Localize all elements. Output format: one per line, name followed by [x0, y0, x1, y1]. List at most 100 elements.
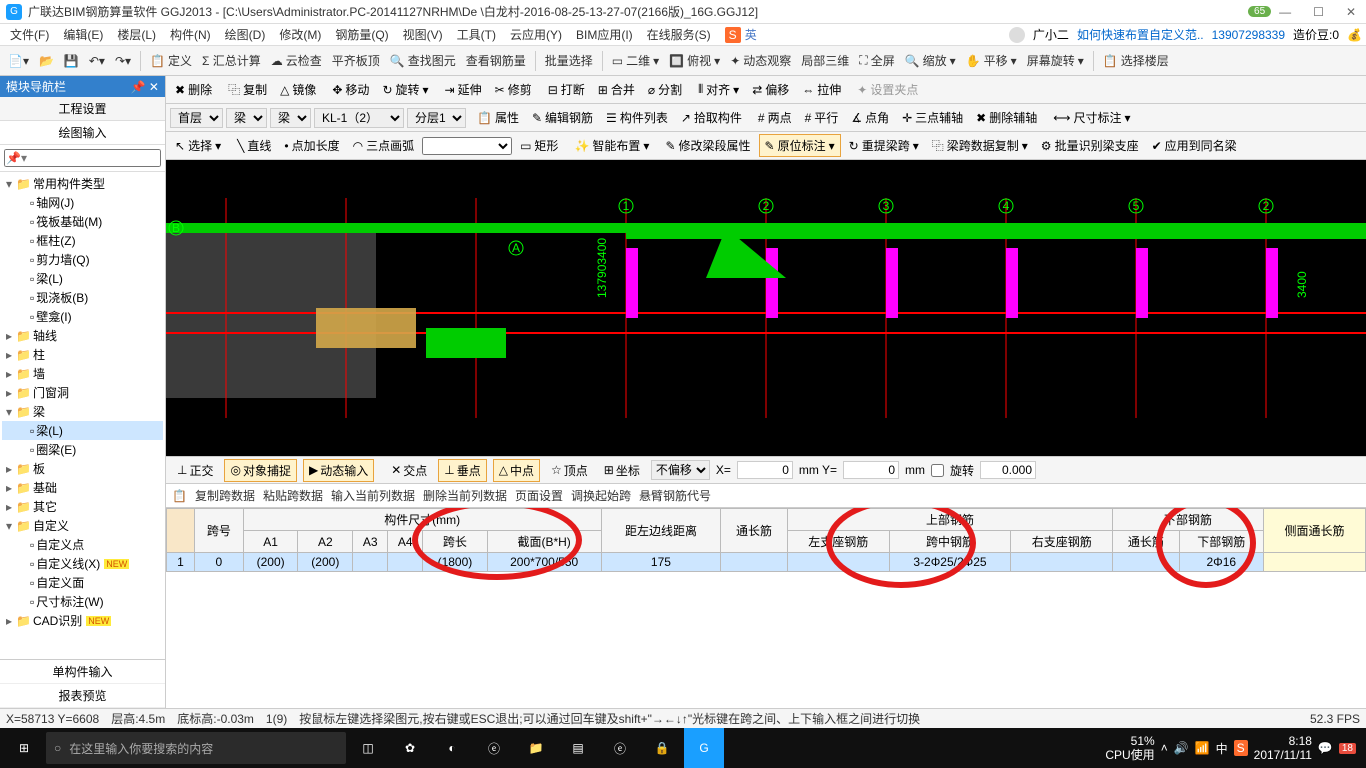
tree-node[interactable]: ▾📁自定义: [2, 516, 163, 535]
local-3d-button[interactable]: 局部三维: [797, 50, 853, 71]
sidebar-pin-icon[interactable]: 📌 ✕: [131, 80, 159, 94]
running-app-icon[interactable]: G: [684, 728, 724, 768]
tree-node[interactable]: ▫圈梁(E): [2, 440, 163, 459]
tree-node[interactable]: ▸📁基础: [2, 478, 163, 497]
tree-node[interactable]: ▸📁CAD识别NEW: [2, 611, 163, 630]
perp-snap[interactable]: ⊥ 垂点: [438, 459, 486, 482]
start-button[interactable]: ⊞: [4, 728, 44, 768]
screen-rotate-button[interactable]: 屏幕旋转▾: [1023, 50, 1088, 71]
menu-tools[interactable]: 工具(T): [451, 24, 502, 45]
menu-member[interactable]: 构件(N): [164, 24, 217, 45]
pan-button[interactable]: ✋ 平移▾: [962, 50, 1021, 71]
cpu-meter[interactable]: 51%CPU使用: [1105, 734, 1154, 763]
rotate-button[interactable]: ↻ 旋转▾: [377, 79, 433, 100]
edge-icon[interactable]: ⓔ: [474, 728, 514, 768]
rotate-check[interactable]: [931, 464, 944, 477]
explorer-icon[interactable]: 📁: [516, 728, 556, 768]
sidebar-tab-report[interactable]: 报表预览: [0, 684, 165, 708]
new-button[interactable]: 📄▾: [4, 52, 33, 70]
stretch-button[interactable]: ⇔ 拉伸: [797, 79, 846, 100]
tree-node[interactable]: ▫自定义点: [2, 535, 163, 554]
find-element-button[interactable]: 🔍 查找图元: [386, 50, 460, 71]
tree-node[interactable]: ▸📁其它: [2, 497, 163, 516]
dimension-button[interactable]: ⟷ 尺寸标注▾: [1048, 107, 1135, 128]
two-point-button[interactable]: # 两点: [753, 107, 797, 128]
taskview-icon[interactable]: ◫: [348, 728, 388, 768]
pick-member-button[interactable]: ↗ 拾取构件: [676, 107, 747, 128]
rect-tool[interactable]: ▭ 矩形: [515, 135, 563, 156]
cloud-check-button[interactable]: ☁ 云检查: [267, 50, 326, 71]
sidebar-tab-single[interactable]: 单构件输入: [0, 660, 165, 684]
sidebar-tab-project[interactable]: 工程设置: [0, 97, 165, 121]
app-icon-2[interactable]: ◐: [432, 728, 472, 768]
sum-calc-button[interactable]: Σ 汇总计算: [198, 50, 265, 71]
tree-node[interactable]: ▫剪力墙(Q): [2, 250, 163, 269]
apply-same-name-button[interactable]: ✔ 应用到同名梁: [1147, 135, 1242, 156]
vertex-snap[interactable]: ☆ 顶点: [546, 460, 593, 481]
batch-identify-support-button[interactable]: ⚙ 批量识别梁支座: [1036, 135, 1144, 156]
select-tool[interactable]: ↖ 选择▾: [170, 135, 226, 156]
delete-col-button[interactable]: 删除当前列数据: [423, 487, 507, 504]
member-list-button[interactable]: ☰ 构件列表: [601, 107, 673, 128]
tray-chevron-icon[interactable]: ˄: [1161, 741, 1168, 755]
delete-axis-button[interactable]: ✖ 删除辅轴: [971, 107, 1042, 128]
extend-button[interactable]: ⇥ 延伸: [440, 79, 487, 100]
props-button[interactable]: 📋 属性: [472, 107, 524, 128]
sidebar-tab-drawing[interactable]: 绘图输入: [0, 121, 165, 145]
layer-combo[interactable]: 分层1: [407, 108, 466, 128]
edit-rebar-button[interactable]: ✎ 编辑钢筋: [527, 107, 598, 128]
menu-draw[interactable]: 绘图(D): [219, 24, 272, 45]
taskbar-search[interactable]: ○ 在这里输入你要搜索的内容: [46, 732, 346, 764]
ie-icon[interactable]: ⓔ: [600, 728, 640, 768]
member-combo[interactable]: KL-1（2）: [314, 108, 404, 128]
app-icon-1[interactable]: ✿: [390, 728, 430, 768]
tree-node[interactable]: ▫梁(L): [2, 421, 163, 440]
orbit-button[interactable]: ✦ 动态观察: [726, 50, 795, 71]
smart-layout-button[interactable]: ✨ 智能布置▾: [569, 135, 654, 156]
tree-node[interactable]: ▫自定义面: [2, 573, 163, 592]
x-input[interactable]: [737, 461, 793, 479]
offset-button[interactable]: ⇄ 偏移: [747, 79, 794, 100]
delete-button[interactable]: ✖ 删除: [170, 79, 217, 100]
menu-modify[interactable]: 修改(M): [273, 24, 327, 45]
tree-node[interactable]: ▫尺寸标注(W): [2, 592, 163, 611]
help-link[interactable]: 如何快速布置自定义范..: [1077, 26, 1204, 43]
point-angle-button[interactable]: ∡ 点角: [846, 107, 894, 128]
tree-node[interactable]: ▫梁(L): [2, 269, 163, 288]
save-button[interactable]: 💾: [60, 52, 83, 70]
paste-span-button[interactable]: 粘贴跨数据: [263, 487, 323, 504]
menu-cloud[interactable]: 云应用(Y): [504, 24, 568, 45]
mid-snap[interactable]: △ 中点: [493, 459, 540, 482]
in-place-annotation-button[interactable]: ✎ 原位标注▾: [759, 134, 841, 157]
three-point-axis-button[interactable]: ✛ 三点辅轴: [897, 107, 968, 128]
offset-combo[interactable]: 不偏移: [651, 460, 710, 480]
sidebar-search-input[interactable]: [4, 149, 161, 167]
input-col-button[interactable]: 输入当前列数据: [331, 487, 415, 504]
tree-node[interactable]: ▾📁梁: [2, 402, 163, 421]
menu-edit[interactable]: 编辑(E): [57, 24, 109, 45]
view-rebar-button[interactable]: 查看钢筋量: [462, 50, 530, 71]
view-2d-button[interactable]: ▭ 二维▾: [608, 50, 663, 71]
copy-span-data-button[interactable]: ⿻ 梁跨数据复制▾: [927, 135, 1033, 156]
tray-notif-count[interactable]: 18: [1339, 743, 1356, 754]
tree-node[interactable]: ▾📁常用构件类型: [2, 174, 163, 193]
menu-bim[interactable]: BIM应用(I): [570, 24, 639, 45]
cantilever-rebar-button[interactable]: 悬臂钢筋代号: [639, 487, 711, 504]
floor-combo[interactable]: 首层: [170, 108, 223, 128]
modify-beam-seg-button[interactable]: ✎ 修改梁段属性: [660, 135, 755, 156]
app-icon-3[interactable]: ▤: [558, 728, 598, 768]
tree-node[interactable]: ▸📁门窗洞: [2, 383, 163, 402]
maximize-button[interactable]: ☐: [1309, 5, 1328, 19]
page-setup-button[interactable]: 页面设置: [515, 487, 563, 504]
table-row[interactable]: 1 0 (200)(200) (1800)200*700/550 175 3-2…: [167, 553, 1366, 572]
tree-node[interactable]: ▸📁墙: [2, 364, 163, 383]
coord-snap[interactable]: ⊞ 坐标: [599, 460, 645, 481]
tree-node[interactable]: ▫自定义线(X)NEW: [2, 554, 163, 573]
user-name[interactable]: 广小二: [1033, 26, 1069, 43]
tree-node[interactable]: ▸📁柱: [2, 345, 163, 364]
minimize-button[interactable]: —: [1275, 5, 1295, 19]
menu-floor[interactable]: 楼层(L): [111, 24, 162, 45]
point-length-tool[interactable]: • 点加长度: [279, 135, 344, 156]
tree-node[interactable]: ▫轴网(J): [2, 193, 163, 212]
tree-node[interactable]: ▸📁板: [2, 459, 163, 478]
